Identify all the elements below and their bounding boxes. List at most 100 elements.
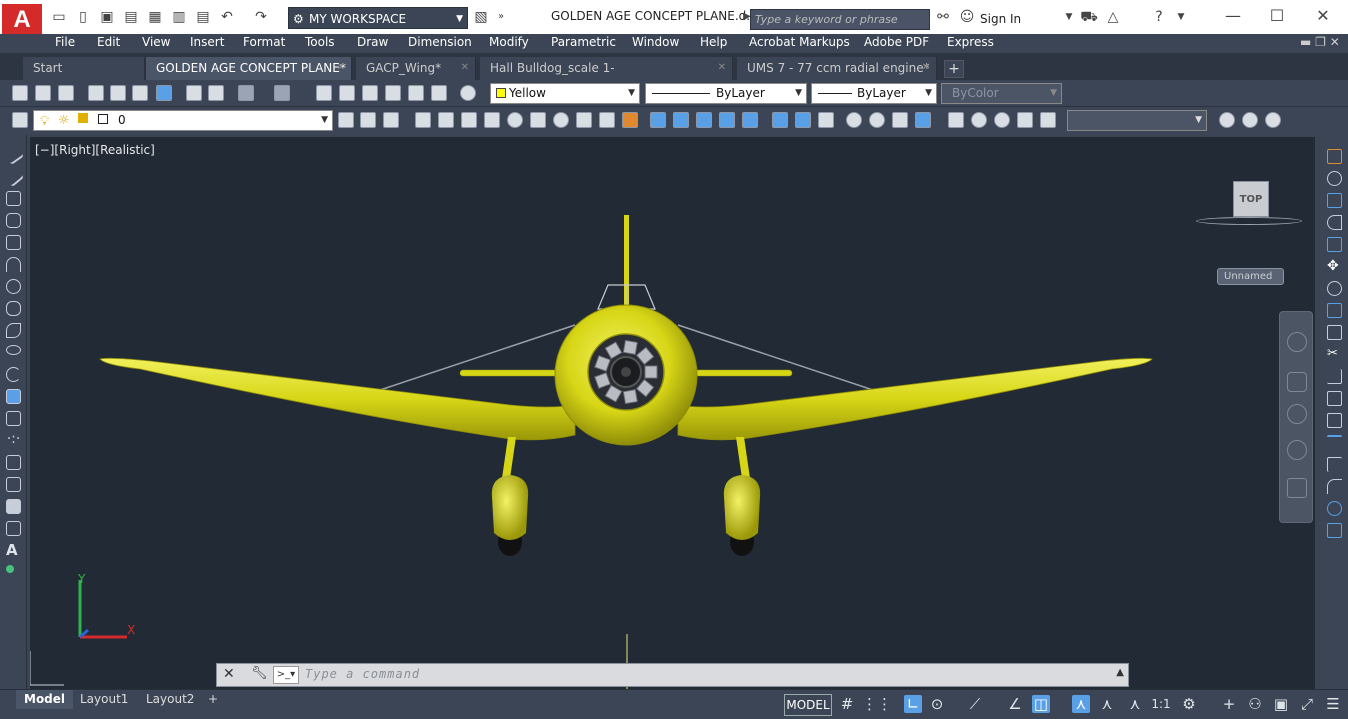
revolve-icon[interactable] — [719, 112, 735, 128]
menu-dimension[interactable]: Dimension — [408, 34, 472, 53]
wedge-icon[interactable] — [461, 112, 477, 128]
open-web-icon[interactable]: ▦ — [146, 8, 164, 26]
blend-curves-icon[interactable] — [1327, 501, 1342, 516]
linetype-select[interactable]: ByLayer ▼ — [645, 83, 807, 104]
extend-icon[interactable] — [1327, 369, 1342, 384]
close-icon[interactable]: ✕ — [1308, 6, 1338, 26]
break-at-point-icon[interactable] — [1327, 391, 1342, 406]
menu-format[interactable]: Format — [243, 34, 285, 53]
pyramid-icon[interactable] — [576, 112, 592, 128]
open-file-icon[interactable]: ▯ — [74, 8, 92, 26]
annotation-scale-value[interactable]: 1:1 — [1146, 695, 1176, 713]
sphere-icon[interactable] — [507, 112, 523, 128]
trim-icon[interactable]: ✂ — [1327, 347, 1342, 362]
tab-gacp-wing[interactable]: GACP_Wing* ✕ — [356, 57, 476, 80]
table-icon[interactable] — [6, 521, 21, 536]
pan-icon[interactable] — [316, 85, 332, 101]
design-center-icon[interactable] — [362, 85, 378, 101]
construction-line-icon[interactable] — [2, 165, 25, 188]
cylinder-icon[interactable] — [530, 112, 546, 128]
explode-icon[interactable] — [1327, 523, 1342, 538]
3d-dwf-icon[interactable] — [156, 85, 172, 101]
layer-states-icon[interactable] — [360, 112, 376, 128]
menu-tools[interactable]: Tools — [305, 34, 335, 53]
undo-icon[interactable]: ↶ — [218, 8, 236, 26]
make-block-icon[interactable] — [6, 411, 21, 426]
match-properties-icon[interactable] — [208, 85, 224, 101]
viewcube-compass[interactable] — [1196, 217, 1302, 225]
menu-parametric[interactable]: Parametric — [551, 34, 616, 53]
menu-file[interactable]: File — [55, 34, 75, 53]
layer-manager-icon[interactable] — [12, 112, 28, 128]
workspace-select[interactable]: ⚙ MY WORKSPACE ▼ — [288, 7, 468, 29]
redo-icon[interactable] — [274, 85, 290, 101]
connect-icon[interactable]: △ — [1104, 8, 1122, 26]
continuous-orbit-icon[interactable] — [1265, 112, 1281, 128]
copy-icon[interactable] — [1327, 171, 1342, 186]
ortho-icon[interactable]: ∟ — [904, 695, 922, 713]
polysolid-icon[interactable] — [415, 112, 431, 128]
point-icon[interactable]: ·:· — [6, 432, 21, 448]
save-as-icon[interactable]: ▤ — [122, 8, 140, 26]
tab-hall-bulldog[interactable]: Hall Bulldog_scale 1-3_spantenbauweise*✕ — [480, 57, 733, 97]
lineweight-select[interactable]: ByLayer ▼ — [811, 83, 937, 104]
save-web-icon[interactable]: ▥ — [170, 8, 188, 26]
close-icon[interactable]: ✕ — [922, 57, 930, 79]
3d-move-icon[interactable] — [846, 112, 862, 128]
undo-icon[interactable] — [238, 85, 254, 101]
gradient-icon[interactable] — [6, 477, 21, 492]
tab-start[interactable]: Start — [23, 57, 145, 80]
presspull-icon[interactable] — [673, 112, 689, 128]
isolate-objects-icon[interactable]: ⚇ — [1246, 695, 1264, 713]
menu-modify[interactable]: Modify — [489, 34, 529, 53]
menu-express[interactable]: Express — [947, 34, 994, 53]
binoculars-icon[interactable]: ⚯ — [934, 8, 952, 26]
tab-layout1[interactable]: Layout1 — [72, 690, 136, 709]
region-icon[interactable] — [6, 499, 21, 514]
box-icon[interactable] — [438, 112, 454, 128]
annotation-scale-icon[interactable]: ⋏ — [1126, 695, 1144, 713]
close-icon[interactable]: ✕ — [718, 57, 726, 79]
polar-icon[interactable]: ⊙ — [928, 695, 946, 713]
chamfer-icon[interactable] — [1327, 457, 1342, 472]
chevron-up-icon[interactable]: ▲ — [1116, 667, 1124, 678]
minimize-icon[interactable]: — — [1218, 6, 1248, 26]
stretch-icon[interactable] — [1327, 325, 1342, 340]
cut-icon[interactable] — [186, 85, 202, 101]
ellipse-icon[interactable] — [6, 345, 21, 355]
tab-ums7-radial-engine[interactable]: UMS 7 - 77 ccm radial engine* ✕ — [737, 57, 937, 80]
torus-icon[interactable] — [553, 112, 569, 128]
extrude-icon[interactable] — [650, 112, 666, 128]
layer-match-icon[interactable] — [383, 112, 399, 128]
print-icon[interactable] — [88, 85, 104, 101]
multiline-text-icon[interactable]: A — [6, 543, 21, 558]
view-select[interactable]: ▼ — [1067, 110, 1207, 131]
walk-icon[interactable] — [1040, 112, 1056, 128]
intersect-icon[interactable] — [818, 112, 834, 128]
tab-model[interactable]: Model — [16, 690, 74, 709]
orbit-icon[interactable] — [1287, 440, 1307, 460]
planar-surface-icon[interactable] — [622, 112, 638, 128]
menu-help[interactable]: Help — [700, 34, 727, 53]
object-snap-tracking-icon[interactable]: ∠ — [1006, 695, 1024, 713]
command-input[interactable]: Type a command — [305, 667, 420, 681]
spline-icon[interactable] — [6, 323, 21, 338]
redo-icon[interactable]: ↷ — [252, 8, 270, 26]
wrench-icon[interactable]: 🔧︎ — [251, 666, 268, 681]
erase-icon[interactable] — [1327, 149, 1342, 164]
user-icon[interactable]: ☺ — [958, 8, 976, 26]
arc-icon[interactable] — [6, 257, 21, 272]
polyline-icon[interactable] — [6, 191, 21, 206]
hatch-icon[interactable] — [6, 455, 21, 470]
sweep-icon[interactable] — [696, 112, 712, 128]
move-icon[interactable]: ✥ — [1327, 259, 1342, 274]
plot-icon[interactable]: ▤ — [194, 8, 212, 26]
gear-icon[interactable]: ⚙ — [1180, 695, 1198, 713]
add-selected-icon[interactable] — [6, 565, 14, 573]
rotate-icon[interactable] — [1327, 281, 1342, 296]
help-icon[interactable] — [460, 85, 476, 101]
loft-icon[interactable] — [742, 112, 758, 128]
snap-icon[interactable]: ⋮⋮ — [862, 695, 892, 713]
circle-icon[interactable] — [6, 279, 21, 294]
tool-palettes-icon[interactable] — [385, 85, 401, 101]
